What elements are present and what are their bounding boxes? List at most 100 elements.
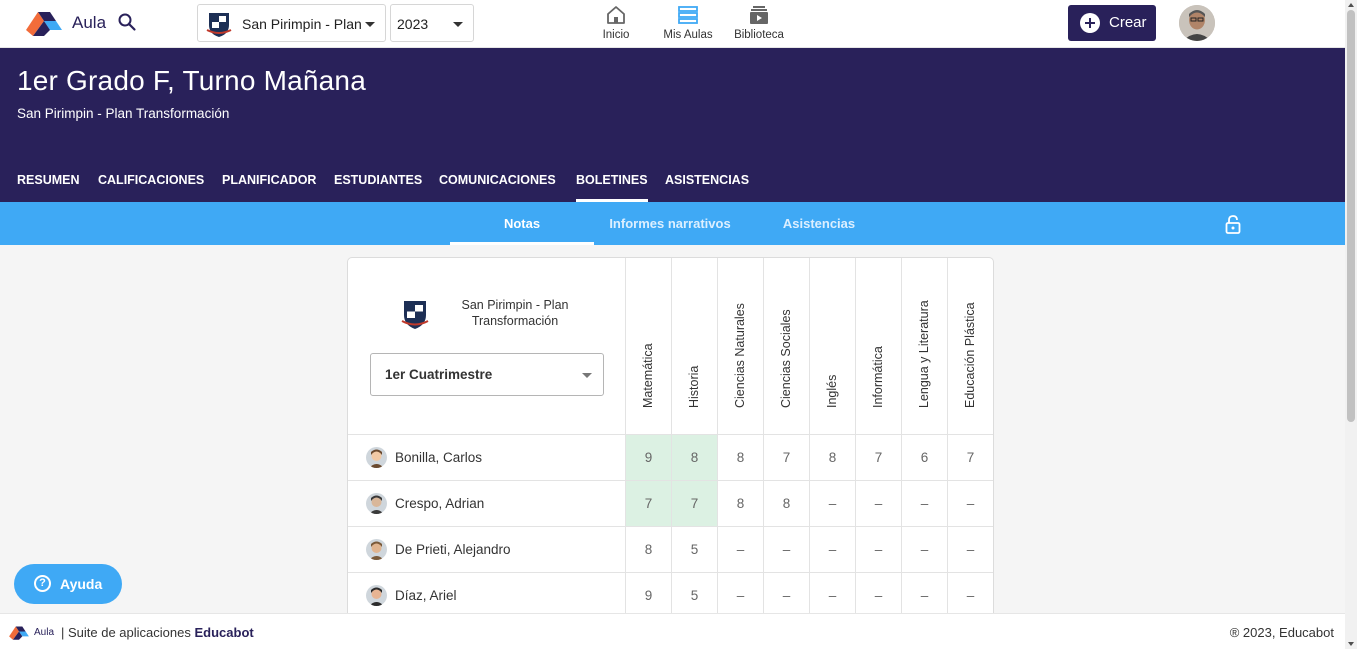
tab-boletines[interactable]: BOLETINES	[576, 173, 648, 202]
grade-cell[interactable]: –	[856, 573, 902, 618]
tab-calificaciones[interactable]: CALIFICACIONES	[98, 173, 204, 202]
nav-biblioteca[interactable]: Biblioteca	[724, 2, 794, 46]
report-school-name: San Pirimpin - Plan Transformación	[461, 298, 569, 328]
grade-cell[interactable]: 9	[626, 573, 672, 618]
help-button[interactable]: ? Ayuda	[14, 564, 122, 604]
student-cell[interactable]: De Prieti, Alejandro	[348, 527, 626, 572]
subject-label: Ciencias Naturales	[732, 303, 747, 408]
grade-cell[interactable]: 7	[672, 481, 718, 526]
grade-cell[interactable]: 6	[902, 435, 948, 480]
grade-cell[interactable]: –	[902, 573, 948, 618]
classrooms-icon	[678, 6, 698, 24]
tab-estudiantes[interactable]: ESTUDIANTES	[334, 173, 422, 202]
subject-header: Lengua y Literatura	[902, 258, 948, 434]
student-avatar	[366, 447, 387, 468]
grade-cell[interactable]: 7	[948, 435, 993, 480]
top-bar: Aula San Pirimpin - Plan Transformación …	[0, 0, 1345, 48]
student-cell[interactable]: Crespo, Adrian	[348, 481, 626, 526]
grade-cell[interactable]: –	[810, 527, 856, 572]
tab-resumen[interactable]: RESUMEN	[17, 173, 80, 202]
page-title: 1er Grado F, Turno Mañana	[17, 65, 366, 96]
nav-mis-aulas-label: Mis Aulas	[663, 29, 713, 41]
grade-cell[interactable]: –	[948, 481, 993, 526]
grade-cell[interactable]: 7	[626, 481, 672, 526]
table-row: Bonilla, Carlos 9 8 8 7 8 7 6 7	[348, 434, 993, 480]
year-select[interactable]: 2023	[390, 4, 474, 42]
subject-header: Educación Plástica	[948, 258, 993, 434]
period-select[interactable]: 1er Cuatrimestre	[370, 353, 604, 396]
scroll-down-icon[interactable]	[1348, 642, 1354, 646]
aula-logo-icon[interactable]	[24, 8, 64, 36]
table-row: Crespo, Adrian 7 7 8 8– – – –	[348, 480, 993, 526]
grade-cell[interactable]: –	[948, 527, 993, 572]
scrollbar-thumb[interactable]	[1347, 10, 1355, 422]
grade-cell[interactable]: –	[948, 573, 993, 618]
grade-cell[interactable]: 8	[626, 527, 672, 572]
grade-cell[interactable]: –	[764, 573, 810, 618]
tab-comunicaciones[interactable]: COMUNICACIONES	[439, 173, 556, 202]
student-cell[interactable]: Díaz, Ariel	[348, 573, 626, 618]
app-name[interactable]: Aula	[72, 13, 106, 33]
subtab-informes-narrativos[interactable]: Informes narrativos	[598, 202, 742, 245]
subject-header: Matemática	[626, 258, 672, 434]
grade-cell[interactable]: –	[902, 527, 948, 572]
user-avatar[interactable]	[1179, 5, 1215, 41]
grade-cell[interactable]: 7	[856, 435, 902, 480]
grade-cell[interactable]: –	[810, 573, 856, 618]
school-crest-icon	[206, 13, 232, 37]
chevron-down-icon	[582, 373, 592, 378]
grade-cell[interactable]: 8	[718, 435, 764, 480]
grade-cell[interactable]: –	[810, 481, 856, 526]
nav-mis-aulas[interactable]: Mis Aulas	[653, 2, 723, 46]
subtab-asistencias[interactable]: Asistencias	[747, 202, 891, 245]
student-name: De Prieti, Alejandro	[395, 542, 511, 557]
school-select-value: San Pirimpin - Plan Transformación	[242, 16, 364, 32]
school-select[interactable]: San Pirimpin - Plan Transformación	[197, 4, 386, 42]
course-school: San Pirimpin - Plan Transformación	[17, 106, 230, 121]
grade-cell[interactable]: 9	[626, 435, 672, 480]
grade-cell[interactable]: 8	[672, 435, 718, 480]
subject-label: Informática	[870, 346, 885, 408]
footer-brand[interactable]: Educabot	[194, 625, 253, 640]
tab-planificador[interactable]: PLANIFICADOR	[222, 173, 316, 202]
nav-biblioteca-label: Biblioteca	[734, 29, 784, 41]
lock-icon[interactable]	[1224, 214, 1242, 234]
library-icon	[750, 6, 768, 24]
grade-cell[interactable]: –	[856, 481, 902, 526]
grade-cell[interactable]: 5	[672, 527, 718, 572]
grade-cell[interactable]: 7	[764, 435, 810, 480]
scroll-up-icon[interactable]	[1348, 3, 1354, 7]
page-scrollbar[interactable]	[1345, 0, 1357, 649]
grade-cell[interactable]: 8	[718, 481, 764, 526]
subject-header: Inglés	[810, 258, 856, 434]
tab-asistencias[interactable]: ASISTENCIAS	[665, 173, 749, 202]
school-crest-icon	[401, 301, 429, 329]
search-icon[interactable]	[117, 12, 137, 32]
grade-cell[interactable]: –	[902, 481, 948, 526]
chevron-down-icon	[365, 22, 375, 27]
grade-cell[interactable]: –	[718, 573, 764, 618]
period-select-value: 1er Cuatrimestre	[385, 367, 493, 382]
grade-cell[interactable]: –	[856, 527, 902, 572]
home-icon	[607, 6, 625, 24]
table-row: De Prieti, Alejandro 8 5– – – – – –	[348, 526, 993, 572]
grade-cell[interactable]: –	[718, 527, 764, 572]
grade-cell[interactable]: –	[764, 527, 810, 572]
subject-header: Ciencias Naturales	[718, 258, 764, 434]
aula-logo-icon	[9, 626, 29, 640]
nav-inicio[interactable]: Inicio	[581, 2, 651, 46]
subject-label: Historia	[686, 365, 701, 408]
course-header: 1er Grado F, Turno Mañana San Pirimpin -…	[0, 48, 1345, 202]
footer-suite-text: | Suite de aplicaciones	[61, 625, 191, 640]
grade-cell[interactable]: 8	[810, 435, 856, 480]
subject-label: Lengua y Literatura	[916, 300, 931, 408]
student-name: Bonilla, Carlos	[395, 450, 483, 465]
student-cell[interactable]: Bonilla, Carlos	[348, 435, 626, 480]
student-name: Crespo, Adrian	[395, 496, 485, 511]
grade-cell[interactable]: 8	[764, 481, 810, 526]
subtab-notas[interactable]: Notas	[450, 202, 594, 245]
table-row: Díaz, Ariel 9 5– – – – – –	[348, 572, 993, 618]
create-button[interactable]: Crear	[1068, 5, 1156, 41]
grade-cell[interactable]: 5	[672, 573, 718, 618]
user-avatar-image	[1179, 5, 1215, 41]
